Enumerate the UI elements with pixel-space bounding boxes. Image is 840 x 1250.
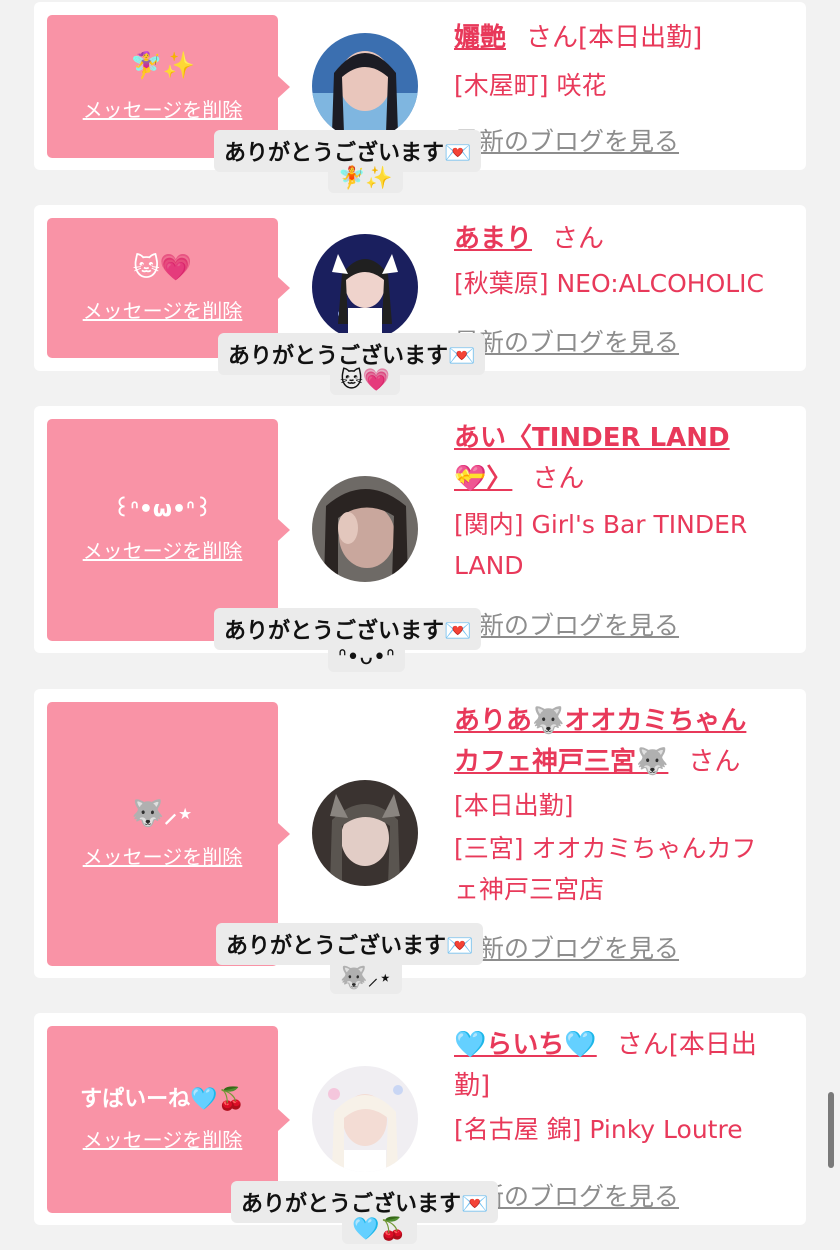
- status-text: [本日出: [668, 1030, 757, 1060]
- shop-text: [名古屋 錦] Pinky Loutre: [454, 1115, 743, 1144]
- cast-name-link-cont[interactable]: 💝〉: [454, 464, 512, 494]
- san-label: さん: [552, 224, 605, 254]
- shop-text-cont: LAND: [454, 551, 524, 580]
- delete-message-link[interactable]: メッセージを削除: [83, 94, 243, 123]
- cast-info: ありあ🐺オオカミちゃん カフェ神戸三宮🐺 さん [本日出勤] [三宮] オオカミち…: [454, 701, 799, 910]
- message-text: ꒰ᐢ•ω•ᐢ꒱: [113, 497, 212, 523]
- avatar[interactable]: [312, 780, 418, 886]
- cast-info: あまり さん [秋葉原] NEO:ALCOHOLIC: [454, 219, 799, 304]
- cast-info: 🩵らいち🩵 さん[本日出 勤] [名古屋 錦] Pinky Loutre: [454, 1025, 799, 1150]
- message-text: 🐺⸝⋆: [131, 798, 194, 829]
- shop-text-cont: ェ神戸三宮店: [454, 875, 605, 904]
- san-label: さん: [616, 1030, 669, 1060]
- message-text: 🧚‍♀️✨: [130, 51, 195, 82]
- san-label: さん: [688, 747, 741, 777]
- status-text: [本日出勤]: [454, 791, 574, 820]
- reaction-emoji: 🧚✨: [328, 164, 403, 193]
- cast-name-link[interactable]: ありあ🐺オオカミちゃん: [454, 706, 746, 736]
- reaction-emoji: 🩵🍒: [342, 1215, 417, 1244]
- san-label: さん: [526, 23, 579, 53]
- delete-message-link[interactable]: メッセージを削除: [83, 535, 243, 564]
- avatar[interactable]: [312, 1066, 418, 1172]
- cast-name-link[interactable]: 🩵らいち🩵: [454, 1030, 597, 1060]
- avatar[interactable]: [312, 476, 418, 582]
- avatar[interactable]: [312, 234, 418, 340]
- cast-info: あい〈TINDER LAND 💝〉 さん [関内] Girl's Bar TIND…: [454, 418, 799, 586]
- reaction-emoji: ᐢ•ᴗ•ᐢ: [328, 643, 405, 672]
- shop-text: [秋葉原] NEO:ALCOHOLIC: [454, 269, 765, 298]
- cast-name-link[interactable]: あい〈TINDER LAND: [454, 423, 730, 453]
- blog-link[interactable]: 最新のブログを見る: [454, 122, 679, 158]
- reaction-emoji: 🐺⸝⋆: [330, 960, 403, 994]
- cast-name-link[interactable]: あまり: [454, 224, 532, 254]
- status-text-cont: 勤]: [454, 1071, 491, 1101]
- blog-link[interactable]: 最新のブログを見る: [454, 323, 679, 359]
- cast-name-link[interactable]: 孋艶: [454, 23, 506, 53]
- message-text: すぱいーね🩵🍒: [80, 1086, 245, 1112]
- shop-text: [関内] Girl's Bar TINDER: [454, 510, 748, 539]
- message-text: 🐱💗: [132, 252, 193, 283]
- delete-message-link[interactable]: メッセージを削除: [83, 295, 243, 324]
- status-text: [本日出勤]: [578, 23, 703, 53]
- shop-text: [木屋町] 咲花: [454, 71, 607, 100]
- thanks-tooltip: ありがとうございます💌: [216, 923, 484, 965]
- delete-message-link[interactable]: メッセージを削除: [83, 1124, 243, 1153]
- shop-text: [三宮] オオカミちゃんカフ: [454, 834, 757, 863]
- cast-name-link-cont[interactable]: カフェ神戸三宮🐺: [454, 747, 668, 777]
- avatar[interactable]: [312, 33, 418, 139]
- cast-info: 孋艶 さん[本日出勤] [木屋町] 咲花: [454, 18, 799, 106]
- delete-message-link[interactable]: メッセージを削除: [83, 841, 243, 870]
- blog-link[interactable]: 最新のブログを見る: [454, 606, 679, 642]
- reaction-emoji: 🐱💗: [330, 366, 401, 395]
- san-label: さん: [532, 464, 585, 494]
- blog-link[interactable]: 最新のブログを見る: [454, 929, 679, 965]
- scrollbar[interactable]: [828, 1092, 834, 1168]
